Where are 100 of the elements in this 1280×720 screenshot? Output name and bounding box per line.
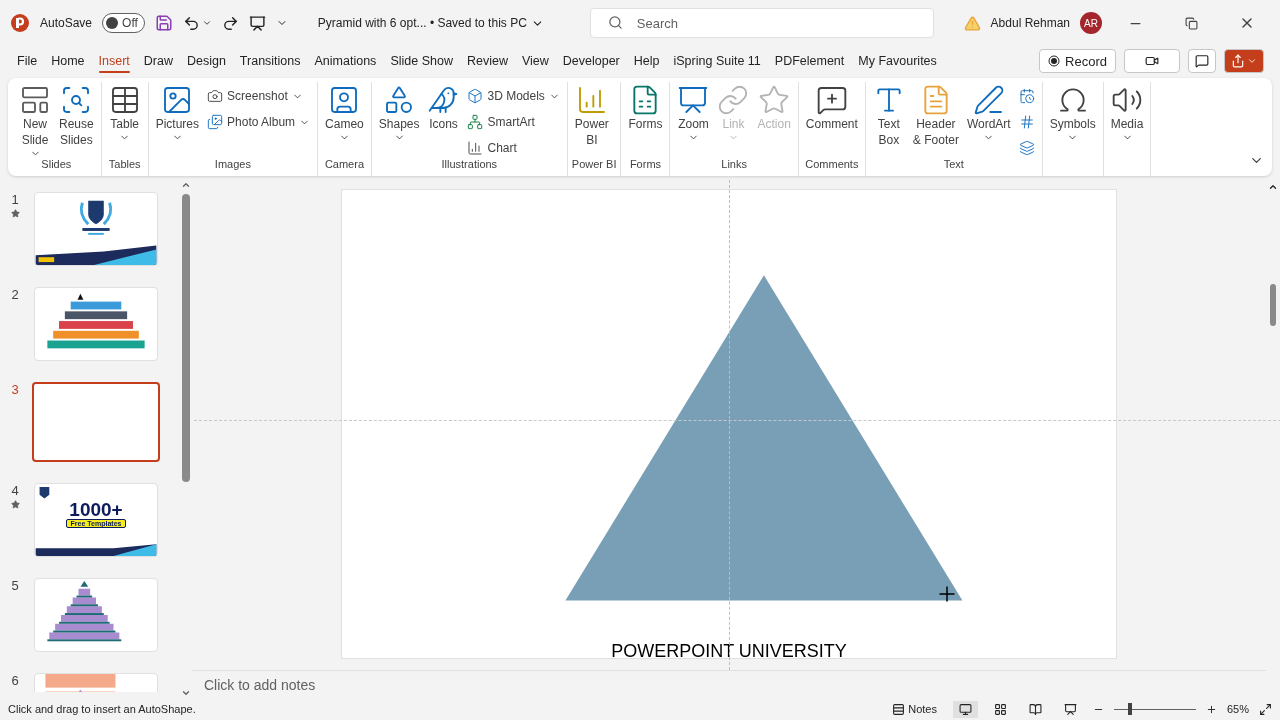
notes-placeholder[interactable]: Click to add notes (204, 676, 316, 693)
triangle-shape[interactable] (565, 275, 963, 601)
ribbon-tab[interactable]: My Favourites (851, 47, 944, 75)
ribbon-button[interactable]: Icons (424, 82, 463, 134)
scroll-up-icon[interactable] (1268, 182, 1278, 192)
scrollbar-thumb[interactable] (182, 194, 190, 482)
notes-icon (892, 702, 906, 716)
search-field[interactable]: Search (589, 8, 934, 38)
ribbon-tab[interactable]: Review (459, 47, 515, 75)
ribbon-button[interactable]: Comment (802, 82, 861, 134)
ribbon-button[interactable]: Photo Album (204, 110, 314, 134)
ribbon-tab[interactable]: Help (626, 47, 667, 75)
user-name[interactable]: Abdul Rehman (990, 16, 1070, 30)
record-icon (1048, 55, 1061, 67)
slide-caption: POWERPOINT UNIVERSITY (610, 641, 848, 662)
ribbon-button[interactable]: Symbols (1046, 82, 1099, 145)
ribbon-tab[interactable]: Design (179, 47, 233, 75)
caret-icon (1247, 56, 1257, 66)
ribbon-button[interactable]: Screenshot (204, 84, 314, 108)
slide-number: 2 (11, 287, 19, 302)
shield-logo (39, 486, 50, 499)
ribbon-tab[interactable]: Home (44, 47, 92, 75)
teams-button[interactable] (1124, 49, 1180, 73)
caret-icon[interactable] (201, 18, 212, 28)
document-title[interactable]: Pyramid with 6 opt... • Saved to this PC (311, 15, 550, 31)
app-logo (10, 13, 30, 33)
normal-view-icon (958, 702, 972, 716)
ribbon-button[interactable]: Zoom (674, 82, 713, 145)
new-slide-icon (19, 84, 51, 116)
slide-sorter-icon[interactable] (993, 702, 1007, 716)
redo-icon[interactable] (221, 14, 239, 32)
autosave-toggle[interactable]: Off (102, 13, 145, 33)
screenshot-icon (207, 88, 224, 104)
share-button[interactable] (1224, 49, 1264, 73)
slide-canvas[interactable]: POWERPOINT UNIVERSITY (341, 189, 1117, 659)
comment-icon (1195, 54, 1209, 68)
group-label: Links (721, 158, 747, 172)
zoom-in-icon[interactable] (1205, 703, 1217, 715)
undo-icon[interactable] (182, 14, 200, 32)
ribbon-button[interactable]: Cameo (322, 82, 367, 145)
group-label: Comments (805, 158, 859, 172)
normal-view-button[interactable] (952, 700, 978, 718)
wordart-icon (972, 84, 1005, 116)
slide-number: 5 (11, 578, 19, 593)
slideshow-icon[interactable] (1063, 702, 1077, 716)
group-label: Tables (108, 158, 141, 172)
ribbon-tab[interactable]: Draw (136, 47, 180, 75)
restore-icon[interactable] (1184, 16, 1198, 30)
record-button[interactable]: Record (1039, 49, 1116, 73)
ribbon-button[interactable]: Media (1107, 82, 1147, 145)
ribbon-button[interactable]: 3D Models (464, 84, 563, 108)
search-icon (607, 15, 623, 30)
fit-slide-icon[interactable] (1259, 702, 1272, 716)
ribbon-button[interactable]: Shapes (375, 82, 423, 145)
slide-number: 4 (11, 483, 19, 498)
group-label: Slides (41, 158, 72, 172)
object-icon (1018, 140, 1035, 156)
ribbon-button[interactable]: Forms (625, 82, 666, 134)
thumbnail-headline: 1000+ (69, 500, 123, 519)
ribbon-button[interactable]: WordArt (963, 82, 1014, 145)
date-time-icon (1018, 88, 1035, 104)
smartart-icon (467, 114, 484, 130)
ribbon-button[interactable]: Header & Footer (909, 82, 962, 150)
ribbon-tab[interactable]: Transitions (232, 47, 308, 75)
group-label: Images (214, 158, 251, 172)
group-label: Forms (629, 158, 662, 172)
ribbon-button[interactable]: Reuse Slides (56, 82, 97, 150)
ribbon-tab[interactable]: Slide Show (383, 47, 460, 75)
ribbon-tab[interactable]: Developer (555, 47, 627, 75)
ribbon-tab[interactable]: PDFelement (767, 47, 852, 75)
ribbon-tab[interactable]: iSpring Suite 11 (666, 47, 768, 75)
ribbon-tab[interactable]: Animations (307, 47, 384, 75)
ribbon-button[interactable]: Pictures (152, 82, 203, 145)
zoom-reading[interactable]: 65% (1226, 703, 1249, 715)
comments-button[interactable] (1188, 49, 1216, 73)
ribbon-button[interactable]: Table (105, 82, 144, 145)
ribbon-tab[interactable]: File (10, 47, 45, 75)
zoom-thumb[interactable] (1128, 703, 1133, 715)
ribbon-tab[interactable]: View (514, 47, 556, 75)
status-message: Click and drag to insert an AutoShape. (8, 703, 196, 715)
link-icon (717, 84, 750, 116)
ribbon-button[interactable]: Text Box (869, 82, 908, 150)
comment-icon (815, 84, 848, 116)
ribbon-button[interactable]: New Slide (16, 82, 54, 161)
present-icon[interactable] (248, 14, 266, 32)
ribbon-button[interactable]: Power BI (571, 82, 612, 150)
reading-view-icon[interactable] (1028, 702, 1042, 716)
ribbon-button[interactable]: SmartArt (464, 110, 563, 134)
ribbon-tab[interactable]: Insert (91, 47, 137, 75)
notes-button[interactable]: Notes (886, 700, 943, 718)
share-icon (1231, 54, 1245, 68)
ribbon-button[interactable]: Chart (464, 136, 563, 160)
slide-thumbnail[interactable] (32, 382, 160, 462)
autosave-label: AutoSave (40, 16, 93, 30)
group-label: Text (943, 158, 964, 172)
scroll-down-icon[interactable] (181, 688, 191, 698)
scrollbar-thumb[interactable] (1270, 284, 1276, 326)
user-avatar[interactable]: AR (1080, 12, 1102, 34)
save-icon[interactable] (154, 14, 173, 32)
video-camera-icon (1145, 54, 1159, 68)
